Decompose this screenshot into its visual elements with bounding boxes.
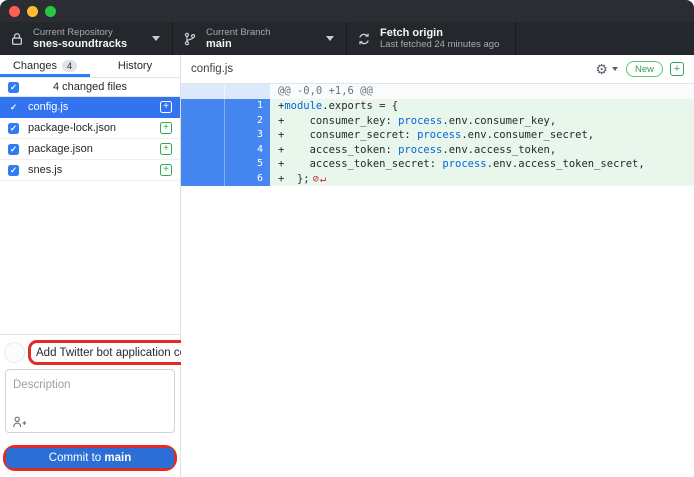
- diff-lines: 1+module.exports = {2+ consumer_key: pro…: [181, 99, 694, 186]
- commit-panel: Add Twitter bot application code Descrip…: [0, 334, 180, 477]
- current-branch-dropdown[interactable]: Current Branch main: [173, 22, 347, 55]
- file-status-added-icon: +: [160, 143, 172, 155]
- tab-changes-label: Changes: [13, 60, 57, 72]
- add-coauthor-button[interactable]: [12, 416, 27, 428]
- toolbar-empty-area: [516, 22, 694, 55]
- github-desktop-window: Current Repository snes-soundtracks Curr…: [0, 0, 694, 477]
- code-line: + access_token: process.env.access_token…: [270, 143, 694, 158]
- file-row[interactable]: ✓ package.json+: [0, 139, 180, 160]
- changes-sidebar: Changes 4 History ✓ 4 changed files ✓ con…: [0, 55, 181, 477]
- diff-added-line: 6+ };⊘↵: [181, 172, 694, 187]
- file-name: config.js: [28, 101, 160, 113]
- hunk-header-row: @@ -0,0 +1,6 @@: [181, 84, 694, 99]
- toolbar: Current Repository snes-soundtracks Curr…: [0, 22, 694, 55]
- sidebar-empty-area: [0, 181, 180, 334]
- file-include-checkbox[interactable]: ✓: [8, 165, 19, 176]
- file-name: package.json: [28, 143, 160, 155]
- maximize-window-button[interactable]: [45, 6, 56, 17]
- file-row[interactable]: ✓ package-lock.json+: [0, 118, 180, 139]
- git-branch-icon: [183, 32, 197, 46]
- repository-label: Current Repository: [33, 27, 127, 38]
- code-line: +module.exports = {: [270, 99, 694, 114]
- branch-label: Current Branch: [206, 27, 270, 38]
- file-status-added-icon: +: [160, 101, 172, 113]
- file-name: snes.js: [28, 164, 160, 176]
- diff-body: @@ -0,0 +1,6 @@ 1+module.exports = {2+ c…: [181, 84, 694, 477]
- tab-changes[interactable]: Changes 4: [0, 55, 90, 77]
- hunk-header-text: @@ -0,0 +1,6 @@: [270, 84, 694, 99]
- line-number-gutter[interactable]: 5: [181, 157, 270, 172]
- tab-history[interactable]: History: [90, 55, 180, 77]
- code-line: + consumer_key: process.env.consumer_key…: [270, 114, 694, 129]
- fetch-origin-status: Last fetched 24 minutes ago: [380, 39, 499, 50]
- lock-icon: [10, 32, 24, 46]
- sidebar-tabs: Changes 4 History: [0, 55, 180, 78]
- sync-icon: [357, 32, 371, 46]
- commit-button-annotation-highlight: Commit to main: [3, 445, 177, 471]
- changed-files-list: ✓config.js+✓package-lock.json+✓package.j…: [0, 97, 180, 181]
- file-row[interactable]: ✓ snes.js+: [0, 160, 180, 181]
- changed-files-header: ✓ 4 changed files: [0, 78, 180, 97]
- description-placeholder: Description: [13, 379, 71, 391]
- line-number-gutter[interactable]: 4: [181, 143, 270, 158]
- diff-added-line: 3+ consumer_secret: process.env.consumer…: [181, 128, 694, 143]
- diff-added-line: 1+module.exports = {: [181, 99, 694, 114]
- file-status-added-icon: +: [160, 122, 172, 134]
- diff-added-line: 4+ access_token: process.env.access_toke…: [181, 143, 694, 158]
- file-name: package-lock.json: [28, 122, 160, 134]
- line-number-gutter[interactable]: 6: [181, 172, 270, 187]
- title-bar: [0, 0, 694, 22]
- code-line: + consumer_secret: process.env.consumer_…: [270, 128, 694, 143]
- repository-name: snes-soundtracks: [33, 38, 127, 50]
- commit-description-input[interactable]: Description: [5, 369, 175, 433]
- chevron-down-icon: [152, 36, 160, 41]
- line-number-gutter[interactable]: 2: [181, 114, 270, 129]
- gear-icon[interactable]: ⚙: [595, 62, 608, 76]
- close-window-button[interactable]: [9, 6, 20, 17]
- current-repository-dropdown[interactable]: Current Repository snes-soundtracks: [0, 22, 173, 55]
- fetch-origin-button[interactable]: Fetch origin Last fetched 24 minutes ago: [347, 22, 516, 55]
- diff-header: config.js ⚙ New +: [181, 55, 694, 84]
- code-line: + };⊘↵: [270, 172, 694, 187]
- diff-added-line: 5+ access_token_secret: process.env.acce…: [181, 157, 694, 172]
- expand-plus-icon[interactable]: +: [670, 62, 684, 76]
- summary-annotation-highlight: Add Twitter bot application code: [28, 340, 207, 365]
- fetch-origin-label: Fetch origin: [380, 27, 499, 39]
- minimize-window-button[interactable]: [27, 6, 38, 17]
- commit-button-label: Commit to: [49, 452, 105, 464]
- chevron-down-icon[interactable]: [612, 67, 618, 71]
- changed-files-count: 4 changed files: [0, 81, 180, 93]
- avatar: [4, 342, 25, 363]
- chevron-down-icon: [326, 36, 334, 41]
- changes-count-badge: 4: [62, 60, 77, 72]
- file-include-checkbox[interactable]: ✓: [8, 123, 19, 134]
- file-status-added-icon: +: [160, 164, 172, 176]
- line-number-gutter[interactable]: 1: [181, 99, 270, 114]
- file-include-checkbox[interactable]: ✓: [8, 102, 19, 113]
- code-line: + access_token_secret: process.env.acces…: [270, 157, 694, 172]
- commit-summary-input[interactable]: Add Twitter bot application code: [36, 347, 199, 359]
- hunk-gutter: [181, 84, 270, 99]
- diff-added-line: 2+ consumer_key: process.env.consumer_ke…: [181, 114, 694, 129]
- line-number-gutter[interactable]: 3: [181, 128, 270, 143]
- commit-button-branch: main: [104, 452, 131, 464]
- diff-panel: config.js ⚙ New + @@ -0,0 +1,6 @@ 1+modu…: [181, 55, 694, 477]
- branch-name: main: [206, 38, 270, 50]
- commit-to-branch-button[interactable]: Commit to main: [6, 448, 174, 468]
- new-file-badge: New: [626, 61, 663, 77]
- diff-file-name: config.js: [191, 63, 595, 75]
- file-row[interactable]: ✓ config.js+: [0, 97, 180, 118]
- file-include-checkbox[interactable]: ✓: [8, 144, 19, 155]
- tab-history-label: History: [118, 60, 152, 72]
